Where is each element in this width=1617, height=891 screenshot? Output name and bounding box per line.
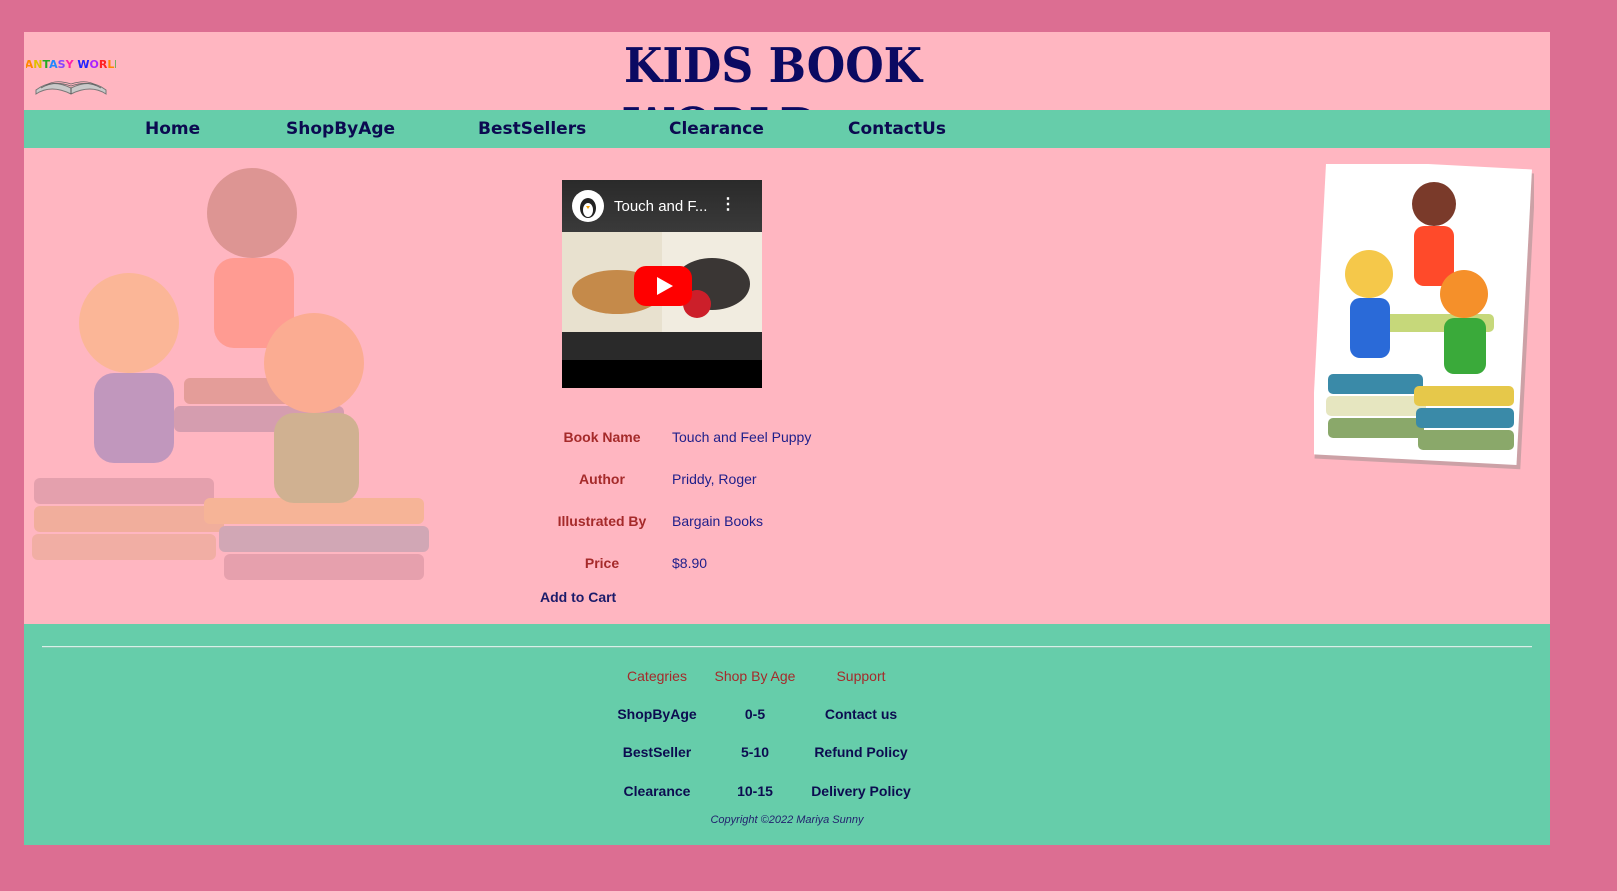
table-row: Price $8.90 — [544, 542, 811, 584]
price-label: Price — [584, 555, 620, 571]
book-name-label: Book Name — [563, 429, 641, 445]
nav-shopbyage[interactable]: ShopByAge — [286, 110, 395, 148]
illustrated-by-value: Bargain Books — [672, 513, 764, 529]
author-value: Priddy, Roger — [672, 471, 757, 487]
kids-on-books-background-image — [32, 168, 429, 580]
author-label: Author — [579, 471, 625, 487]
price-value: $8.90 — [672, 555, 708, 571]
copyright-text: Copyright ©2022 Mariya Sunny — [710, 814, 864, 826]
footer-link-contact-us[interactable]: Contact us — [761, 706, 961, 722]
video-bottom-bar — [562, 360, 762, 388]
fantasy-world-logo: FANTASY WORLD — [26, 58, 116, 95]
video-title[interactable]: Touch and F... — [614, 198, 707, 215]
nav-bestsellers[interactable]: BestSellers — [478, 110, 586, 148]
main-nav: Home ShopByAge BestSellers Clearance Con… — [24, 110, 1550, 148]
footer-link-delivery-policy[interactable]: Delivery Policy — [761, 783, 961, 799]
main-content: Touch and F... ⋮ Book Name Touch and Fee… — [24, 148, 1550, 624]
nav-home[interactable]: Home — [145, 110, 200, 148]
table-row: Author Priddy, Roger — [544, 458, 811, 500]
book-details-table: Book Name Touch and Feel Puppy Author Pr… — [544, 416, 812, 584]
play-button-icon[interactable] — [634, 266, 692, 306]
illustrated-by-label: Illustrated By — [557, 513, 647, 529]
footer: Categries Shop By Age Support ShopByAge … — [24, 624, 1550, 845]
table-row: Illustrated By Bargain Books — [544, 500, 811, 542]
video-player[interactable]: Touch and F... ⋮ — [562, 180, 762, 388]
more-options-icon[interactable]: ⋮ — [720, 194, 736, 214]
page-container: FANTASY WORLD KIDS BOOK WORLD Home ShopB… — [24, 32, 1550, 845]
header: FANTASY WORLD KIDS BOOK WORLD — [24, 32, 1550, 154]
footer-divider — [42, 646, 1532, 648]
nav-clearance[interactable]: Clearance — [669, 110, 764, 148]
kids-on-books-image — [1314, 164, 1534, 470]
add-to-cart-link[interactable]: Add to Cart — [540, 589, 616, 605]
nav-contactus[interactable]: ContactUs — [848, 110, 946, 148]
footer-link-refund-policy[interactable]: Refund Policy — [761, 744, 961, 760]
channel-avatar[interactable] — [572, 190, 604, 222]
footer-heading-support: Support — [836, 668, 886, 684]
table-row: Book Name Touch and Feel Puppy — [544, 416, 811, 458]
book-name-value: Touch and Feel Puppy — [672, 429, 812, 445]
svg-text:FANTASY WORLD: FANTASY WORLD — [26, 58, 116, 71]
